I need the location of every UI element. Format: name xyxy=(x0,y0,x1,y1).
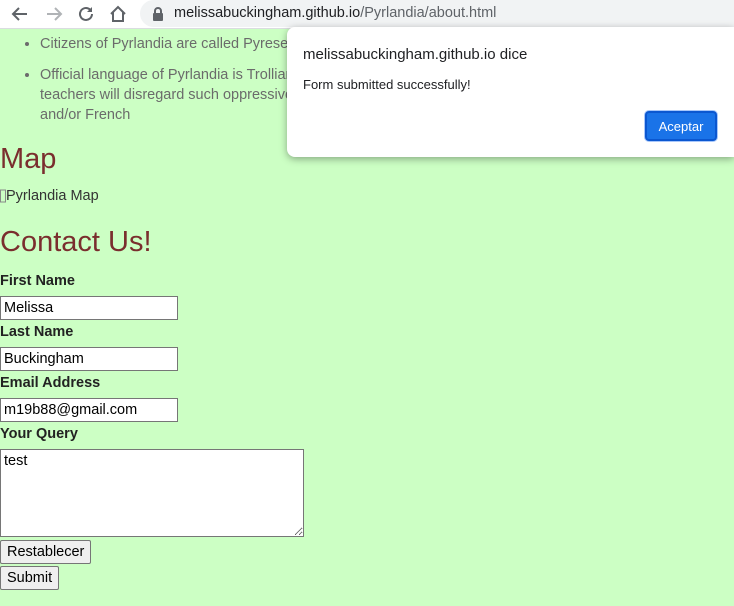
alert-dialog: melissabuckingham.github.io dice Form su… xyxy=(287,27,734,157)
url-text: melissabuckingham.github.io/Pyrlandia/ab… xyxy=(174,5,496,21)
arrow-left-icon xyxy=(11,7,27,21)
reload-button[interactable] xyxy=(74,2,98,26)
query-label: Your Query xyxy=(0,426,78,442)
reload-icon xyxy=(79,6,93,21)
map-heading: Map xyxy=(0,143,57,175)
url-path: /Pyrlandia/about.html xyxy=(360,5,497,21)
list-item: Citizens of Pyrlandia are called Pyrese xyxy=(40,34,300,54)
submit-button[interactable]: Submit xyxy=(0,566,60,590)
url-domain: melissabuckingham.github.io xyxy=(174,5,361,21)
dialog-message: Form submitted successfully! xyxy=(303,77,471,92)
list-item: Official language of Pyrlandia is Trolli… xyxy=(40,65,300,125)
contact-heading: Contact Us! xyxy=(0,226,152,258)
lock-icon xyxy=(153,7,163,21)
arrow-right-icon xyxy=(47,7,63,21)
reset-button[interactable]: Restablecer xyxy=(0,540,92,564)
email-field[interactable] xyxy=(0,398,178,422)
back-button[interactable] xyxy=(8,2,32,26)
dialog-title: melissabuckingham.github.io dice xyxy=(303,46,528,63)
home-button[interactable] xyxy=(106,2,130,26)
address-bar[interactable]: melissabuckingham.github.io/Pyrlandia/ab… xyxy=(140,0,734,27)
home-icon xyxy=(110,5,126,22)
first-name-label: First Name xyxy=(0,273,75,289)
broken-image: Pyrlandia Map xyxy=(0,188,99,204)
map-image-alt: Pyrlandia Map xyxy=(6,188,99,204)
dialog-ok-button[interactable]: Aceptar xyxy=(645,111,717,141)
last-name-label: Last Name xyxy=(0,324,74,340)
query-textarea[interactable]: test xyxy=(0,449,304,537)
first-name-field[interactable] xyxy=(0,296,178,320)
browser-toolbar: melissabuckingham.github.io/Pyrlandia/ab… xyxy=(0,0,734,29)
forward-button[interactable] xyxy=(42,2,66,26)
last-name-field[interactable] xyxy=(0,347,178,371)
email-label: Email Address xyxy=(0,375,101,391)
